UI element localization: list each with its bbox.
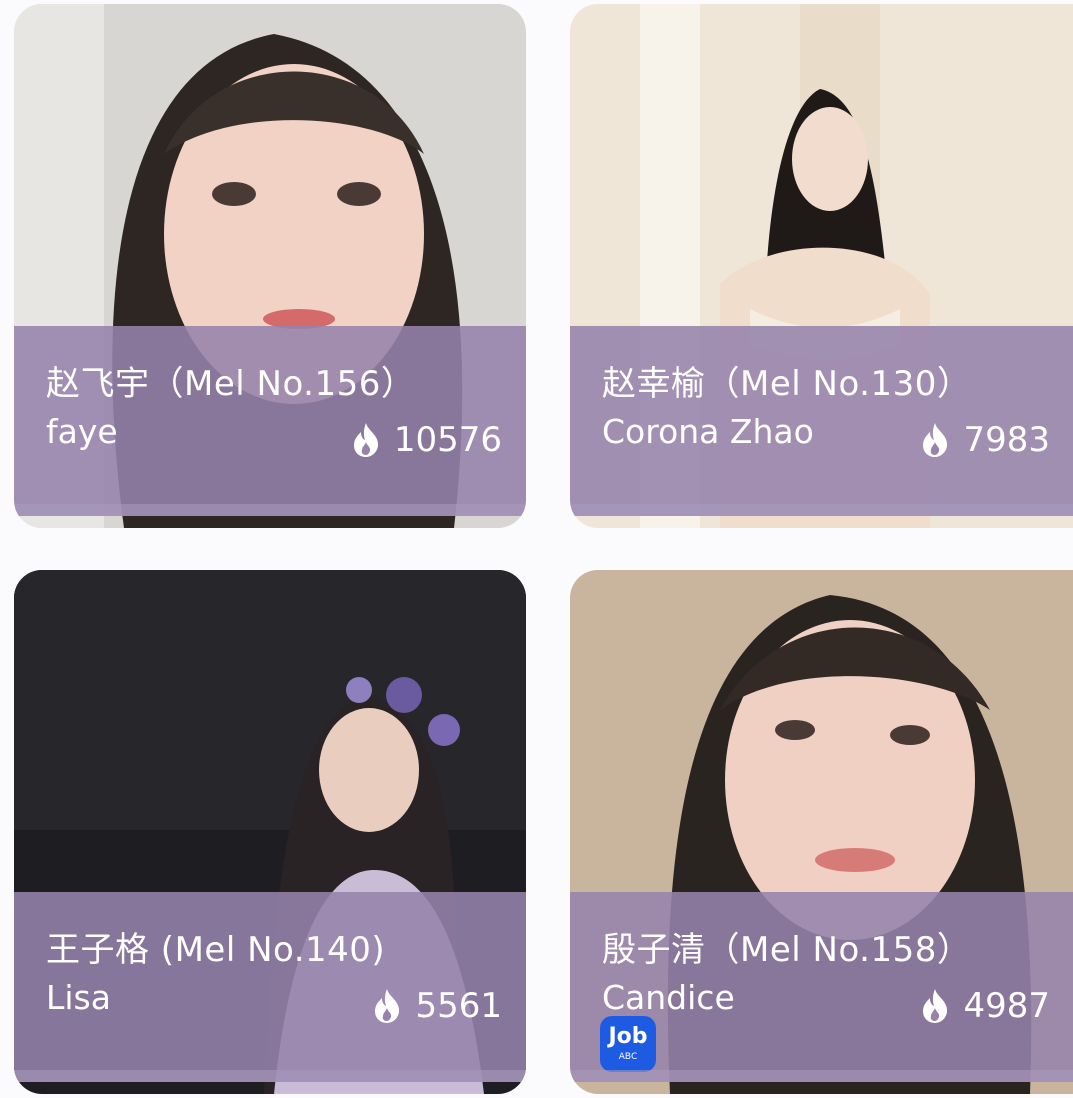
chinese-name: 赵飞宇（Mel No.156） xyxy=(46,364,416,404)
card-bottom-strip xyxy=(14,504,526,516)
badge-title: Job xyxy=(608,1024,648,1049)
popularity-count: 4987 xyxy=(919,986,1050,1026)
flame-icon xyxy=(375,989,400,1023)
flame-icon xyxy=(923,989,948,1023)
heat-value: 4987 xyxy=(963,986,1050,1026)
english-name: Candice xyxy=(602,978,735,1017)
flame-icon xyxy=(353,423,378,457)
english-name: Corona Zhao xyxy=(602,412,814,451)
card-info-panel: 殷子清（Mel No.158） Candice 4987 Job ABC xyxy=(570,892,1073,1082)
profile-card[interactable]: 殷子清（Mel No.158） Candice 4987 Job ABC xyxy=(570,570,1073,1094)
profile-card[interactable]: 王子格 (Mel No.140) Lisa 5561 xyxy=(14,570,526,1094)
profile-card[interactable]: 赵幸榆（Mel No.130） Corona Zhao 7983 xyxy=(570,4,1073,528)
popularity-count: 10576 xyxy=(350,420,502,460)
chinese-name: 殷子清（Mel No.158） xyxy=(602,930,972,970)
card-info-panel: 赵幸榆（Mel No.130） Corona Zhao 7983 xyxy=(570,326,1073,516)
heat-value: 10576 xyxy=(393,420,502,460)
card-info-panel: 王子格 (Mel No.140) Lisa 5561 xyxy=(14,892,526,1082)
popularity-count: 7983 xyxy=(919,420,1050,460)
card-bottom-strip xyxy=(570,504,1073,516)
card-bottom-strip xyxy=(570,1070,1073,1082)
profile-card[interactable]: 赵飞宇（Mel No.156） faye 10576 xyxy=(14,4,526,528)
chinese-name: 王子格 (Mel No.140) xyxy=(46,930,386,970)
english-name: Lisa xyxy=(46,978,111,1017)
job-abc-app-badge[interactable]: Job ABC xyxy=(600,1016,656,1072)
heat-value: 5561 xyxy=(415,986,502,1026)
flame-icon xyxy=(923,423,948,457)
heat-value: 7983 xyxy=(963,420,1050,460)
card-bottom-strip xyxy=(14,1070,526,1082)
chinese-name: 赵幸榆（Mel No.130） xyxy=(602,364,972,404)
badge-subtitle: ABC xyxy=(618,1052,638,1062)
card-info-panel: 赵飞宇（Mel No.156） faye 10576 xyxy=(14,326,526,516)
english-name: faye xyxy=(46,412,118,451)
popularity-count: 5561 xyxy=(371,986,502,1026)
